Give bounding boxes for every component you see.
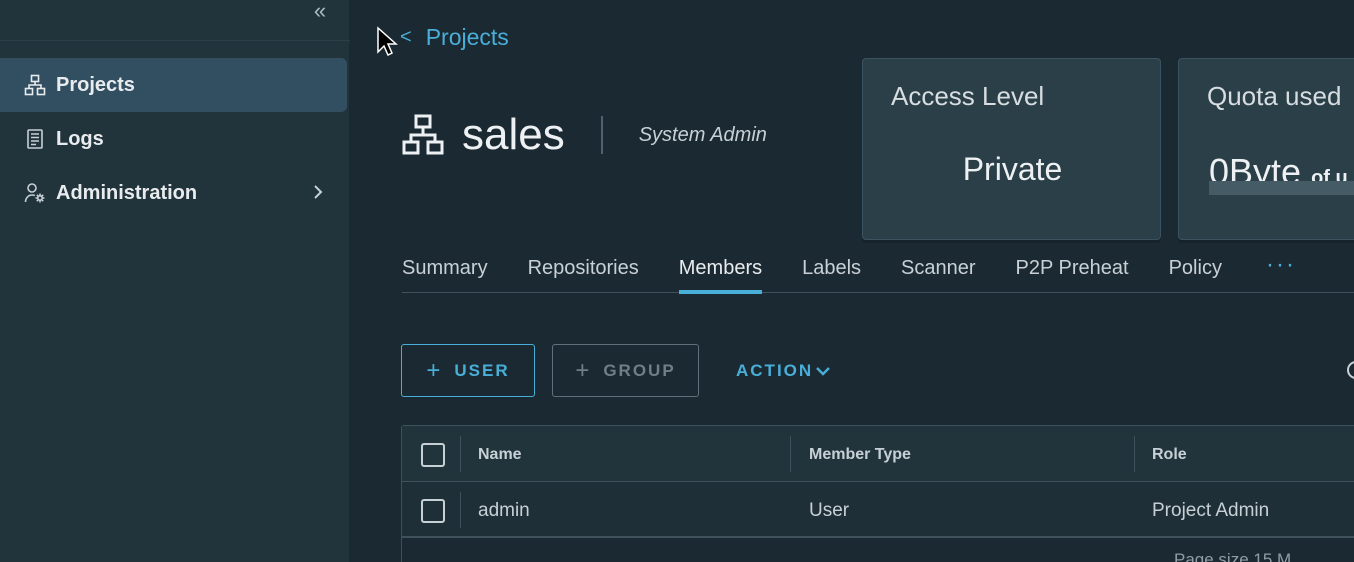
project-role: System Admin bbox=[638, 123, 767, 146]
sidebar-item-label: Logs bbox=[56, 127, 104, 150]
action-label: ACTION bbox=[736, 360, 814, 380]
search-icon[interactable] bbox=[1344, 358, 1354, 382]
column-divider bbox=[1134, 436, 1135, 472]
breadcrumb-projects-link[interactable]: Projects bbox=[426, 24, 509, 51]
administration-icon bbox=[24, 182, 46, 204]
column-divider bbox=[460, 436, 461, 472]
sidebar-item-logs[interactable]: Logs bbox=[0, 112, 347, 166]
card-title: Quota used bbox=[1207, 81, 1342, 111]
column-divider bbox=[790, 436, 791, 472]
add-group-button[interactable]: + GROUP bbox=[552, 344, 699, 397]
back-arrow-icon: < bbox=[400, 26, 412, 48]
tab-summary[interactable]: Summary bbox=[402, 250, 488, 293]
card-title: Access Level bbox=[891, 81, 1045, 111]
action-dropdown[interactable]: ACTION bbox=[736, 344, 856, 397]
column-header-member-type[interactable]: Member Type bbox=[809, 446, 911, 464]
project-icon bbox=[402, 114, 444, 155]
page-title: sales bbox=[462, 110, 565, 159]
project-tabs: Summary Repositories Members Labels Scan… bbox=[402, 250, 1354, 294]
sidebar-item-label: Projects bbox=[56, 73, 135, 96]
main-content: < Projects sales System Admin Access Lev… bbox=[350, 0, 1354, 562]
cell-member-type: User bbox=[809, 500, 850, 521]
quota-progress-bar bbox=[1209, 181, 1354, 195]
cell-name: admin bbox=[478, 500, 530, 521]
chevron-down-icon bbox=[816, 366, 831, 376]
quota-card: Quota used 0Byte of u bbox=[1178, 58, 1354, 240]
access-level-card: Access Level Private bbox=[862, 58, 1161, 240]
page-size-label: Page size 15 M bbox=[1174, 550, 1292, 562]
tab-repositories[interactable]: Repositories bbox=[528, 250, 639, 293]
title-divider bbox=[600, 116, 603, 154]
column-header-role[interactable]: Role bbox=[1152, 446, 1187, 464]
plus-icon: + bbox=[575, 356, 590, 384]
tab-p2p-preheat[interactable]: P2P Preheat bbox=[1016, 250, 1129, 293]
projects-icon bbox=[24, 74, 46, 96]
tab-scanner[interactable]: Scanner bbox=[901, 250, 976, 293]
breadcrumb[interactable]: < Projects bbox=[400, 24, 509, 51]
sidebar-item-label: Administration bbox=[56, 181, 198, 204]
logs-icon bbox=[24, 128, 46, 150]
select-all-checkbox[interactable] bbox=[421, 443, 445, 467]
row-checkbox[interactable] bbox=[421, 499, 445, 523]
project-header: sales System Admin bbox=[402, 110, 767, 160]
cell-role: Project Admin bbox=[1152, 500, 1270, 521]
table-row: admin User Project Admin bbox=[402, 482, 1354, 538]
sidebar-item-administration[interactable]: Administration bbox=[0, 166, 347, 220]
members-table: Name Member Type Role admin User Project… bbox=[401, 425, 1354, 562]
tab-labels[interactable]: Labels bbox=[802, 250, 861, 293]
add-user-button[interactable]: + USER bbox=[401, 344, 535, 397]
sidebar: « Projects Logs Administration bbox=[0, 0, 350, 562]
tab-policy[interactable]: Policy bbox=[1169, 250, 1222, 293]
table-header: Name Member Type Role bbox=[402, 426, 1354, 482]
access-level-value: Private bbox=[962, 151, 1063, 187]
table-footer: Page size 15 M bbox=[402, 540, 1354, 562]
column-header-name[interactable]: Name bbox=[478, 446, 522, 464]
sidebar-item-projects[interactable]: Projects bbox=[0, 58, 347, 112]
more-tabs-icon[interactable]: ··· bbox=[1266, 250, 1296, 292]
add-user-label: USER bbox=[454, 360, 510, 380]
collapse-sidebar-icon[interactable]: « bbox=[308, 0, 332, 24]
add-group-label: GROUP bbox=[603, 360, 676, 380]
mouse-cursor-icon bbox=[377, 26, 398, 57]
tab-members[interactable]: Members bbox=[678, 250, 763, 294]
plus-icon: + bbox=[426, 356, 441, 384]
sidebar-divider bbox=[0, 40, 350, 41]
column-divider bbox=[460, 492, 461, 528]
chevron-right-icon bbox=[314, 185, 323, 199]
